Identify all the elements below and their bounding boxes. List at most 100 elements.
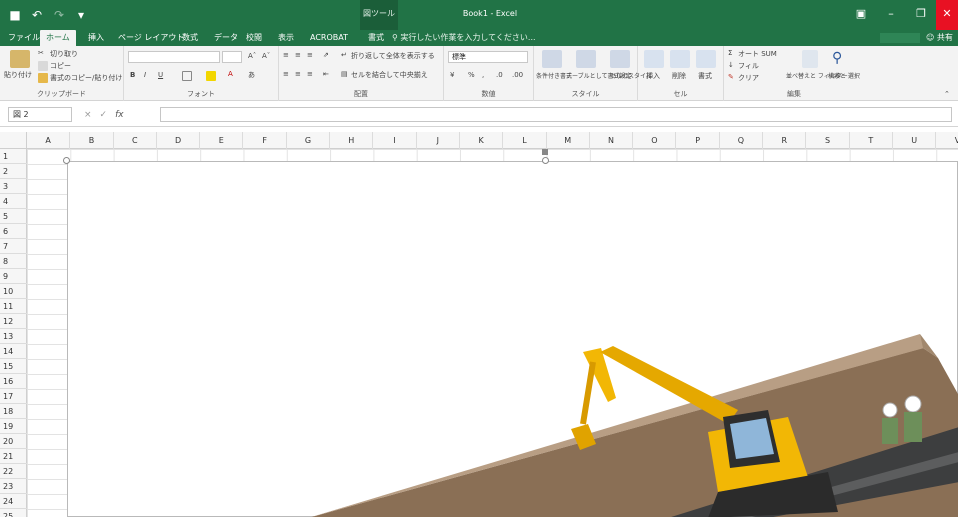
row-header-10[interactable]: 10 [0, 284, 27, 299]
phonetic-icon[interactable]: あ [248, 70, 255, 80]
clear-button[interactable]: クリア [738, 73, 759, 83]
increase-decimal-icon[interactable]: .0 [496, 71, 503, 79]
column-header-r[interactable]: R [763, 132, 807, 149]
conditional-formatting-icon[interactable] [542, 50, 562, 68]
align-middle-icon[interactable]: ≡ [295, 51, 301, 59]
minimize-icon[interactable]: – [876, 0, 906, 30]
wrap-text-button[interactable]: 折り返して全体を表示する [351, 51, 435, 61]
column-header-p[interactable]: P [677, 132, 720, 149]
customize-icon[interactable]: ▾ [74, 8, 88, 22]
column-header-f[interactable]: F [244, 132, 287, 149]
borders-icon[interactable] [182, 71, 192, 81]
tell-me-search[interactable]: ⚲ 実行したい作業を入力してください... [392, 30, 536, 46]
resize-handle-top-left[interactable] [63, 157, 70, 164]
tab-view[interactable]: 表示 [272, 30, 300, 46]
column-header-u[interactable]: U [893, 132, 937, 149]
tab-formulas[interactable]: 数式 [176, 30, 204, 46]
row-header-25[interactable]: 25 [0, 509, 27, 517]
rotation-handle[interactable] [542, 149, 548, 155]
cancel-icon[interactable]: × [84, 110, 92, 120]
number-format-select[interactable]: 標準 [448, 51, 528, 63]
insert-function-icon[interactable]: fx [115, 110, 124, 120]
format-painter-icon[interactable] [38, 73, 48, 83]
row-header-14[interactable]: 14 [0, 344, 27, 359]
autosum-button[interactable]: オート SUM [738, 49, 777, 59]
row-header-19[interactable]: 19 [0, 419, 27, 434]
tab-format[interactable]: 書式 [362, 30, 390, 46]
row-header-18[interactable]: 18 [0, 404, 27, 419]
format-cells-button[interactable]: 書式 [698, 71, 712, 81]
comma-icon[interactable]: , [482, 71, 484, 79]
column-header-i[interactable]: I [373, 132, 417, 149]
decrease-decimal-icon[interactable]: .00 [512, 71, 523, 79]
cell-styles-icon[interactable] [610, 50, 630, 68]
paste-button[interactable]: 貼り付け [4, 70, 32, 80]
italic-button[interactable]: I [144, 71, 146, 79]
tab-insert[interactable]: 挿入 [82, 30, 110, 46]
name-box[interactable]: 図 2 [8, 107, 72, 122]
column-header-l[interactable]: L [503, 132, 547, 149]
row-header-1[interactable]: 1 [0, 149, 27, 164]
formula-input[interactable] [160, 107, 952, 122]
eraser-icon[interactable]: ✎ [728, 73, 734, 81]
row-header-23[interactable]: 23 [0, 479, 27, 494]
tab-review[interactable]: 校閲 [240, 30, 268, 46]
tab-home[interactable]: ホーム [40, 30, 76, 46]
save-icon[interactable]: ■ [8, 8, 22, 22]
tab-data[interactable]: データ [208, 30, 244, 46]
paste-icon[interactable] [10, 50, 30, 68]
column-header-n[interactable]: N [590, 132, 634, 149]
find-select-button[interactable]: 検索と 選択 [828, 71, 860, 80]
resize-handle-top-middle[interactable] [542, 157, 549, 164]
tab-acrobat[interactable]: ACROBAT [304, 30, 354, 46]
select-all-corner[interactable] [0, 132, 27, 149]
row-header-21[interactable]: 21 [0, 449, 27, 464]
format-cells-icon[interactable] [696, 50, 716, 68]
column-header-q[interactable]: Q [720, 132, 764, 149]
percent-icon[interactable]: % [468, 71, 475, 79]
row-header-3[interactable]: 3 [0, 179, 27, 194]
merge-center-icon[interactable]: ▤ [341, 70, 348, 78]
row-header-11[interactable]: 11 [0, 299, 27, 314]
fill-icon[interactable]: ↓ [728, 61, 734, 69]
align-bottom-icon[interactable]: ≡ [307, 51, 313, 59]
autosum-icon[interactable]: Σ [728, 49, 732, 57]
enter-icon[interactable]: ✓ [100, 110, 108, 120]
decrease-indent-icon[interactable]: ⇤ [323, 70, 329, 78]
row-header-6[interactable]: 6 [0, 224, 27, 239]
bold-button[interactable]: B [130, 71, 135, 79]
row-header-7[interactable]: 7 [0, 239, 27, 254]
column-header-c[interactable]: C [114, 132, 157, 149]
wrap-text-icon[interactable]: ↵ [341, 51, 347, 59]
fill-button[interactable]: フィル [738, 61, 759, 71]
currency-icon[interactable]: ¥ [450, 71, 454, 79]
column-header-k[interactable]: K [460, 132, 504, 149]
column-header-v[interactable]: V [936, 132, 958, 149]
font-size-select[interactable] [222, 51, 242, 63]
ribbon-display-icon[interactable]: ▣ [846, 0, 876, 30]
row-header-2[interactable]: 2 [0, 164, 27, 179]
row-header-20[interactable]: 20 [0, 434, 27, 449]
row-header-12[interactable]: 12 [0, 314, 27, 329]
row-header-16[interactable]: 16 [0, 374, 27, 389]
insert-cells-button[interactable]: 挿入 [646, 71, 660, 81]
decrease-font-icon[interactable]: Aˇ [262, 52, 270, 60]
format-as-table-icon[interactable] [576, 50, 596, 68]
align-top-icon[interactable]: ≡ [283, 51, 289, 59]
delete-cells-button[interactable]: 削除 [672, 71, 686, 81]
column-header-h[interactable]: H [330, 132, 374, 149]
row-header-5[interactable]: 5 [0, 209, 27, 224]
delete-cells-icon[interactable] [670, 50, 690, 68]
orientation-icon[interactable]: ⇗ [323, 51, 329, 59]
column-header-s[interactable]: S [806, 132, 850, 149]
align-right-icon[interactable]: ≡ [307, 70, 313, 78]
column-header-m[interactable]: M [547, 132, 590, 149]
fill-color-icon[interactable] [206, 71, 216, 81]
redo-icon[interactable]: ↷ [52, 8, 66, 22]
row-header-15[interactable]: 15 [0, 359, 27, 374]
undo-icon[interactable]: ↶ [30, 8, 44, 22]
collapse-ribbon-icon[interactable]: ⌃ [944, 90, 950, 98]
sort-filter-icon[interactable] [802, 50, 818, 68]
column-header-o[interactable]: O [633, 132, 677, 149]
close-icon[interactable]: ✕ [936, 0, 958, 30]
